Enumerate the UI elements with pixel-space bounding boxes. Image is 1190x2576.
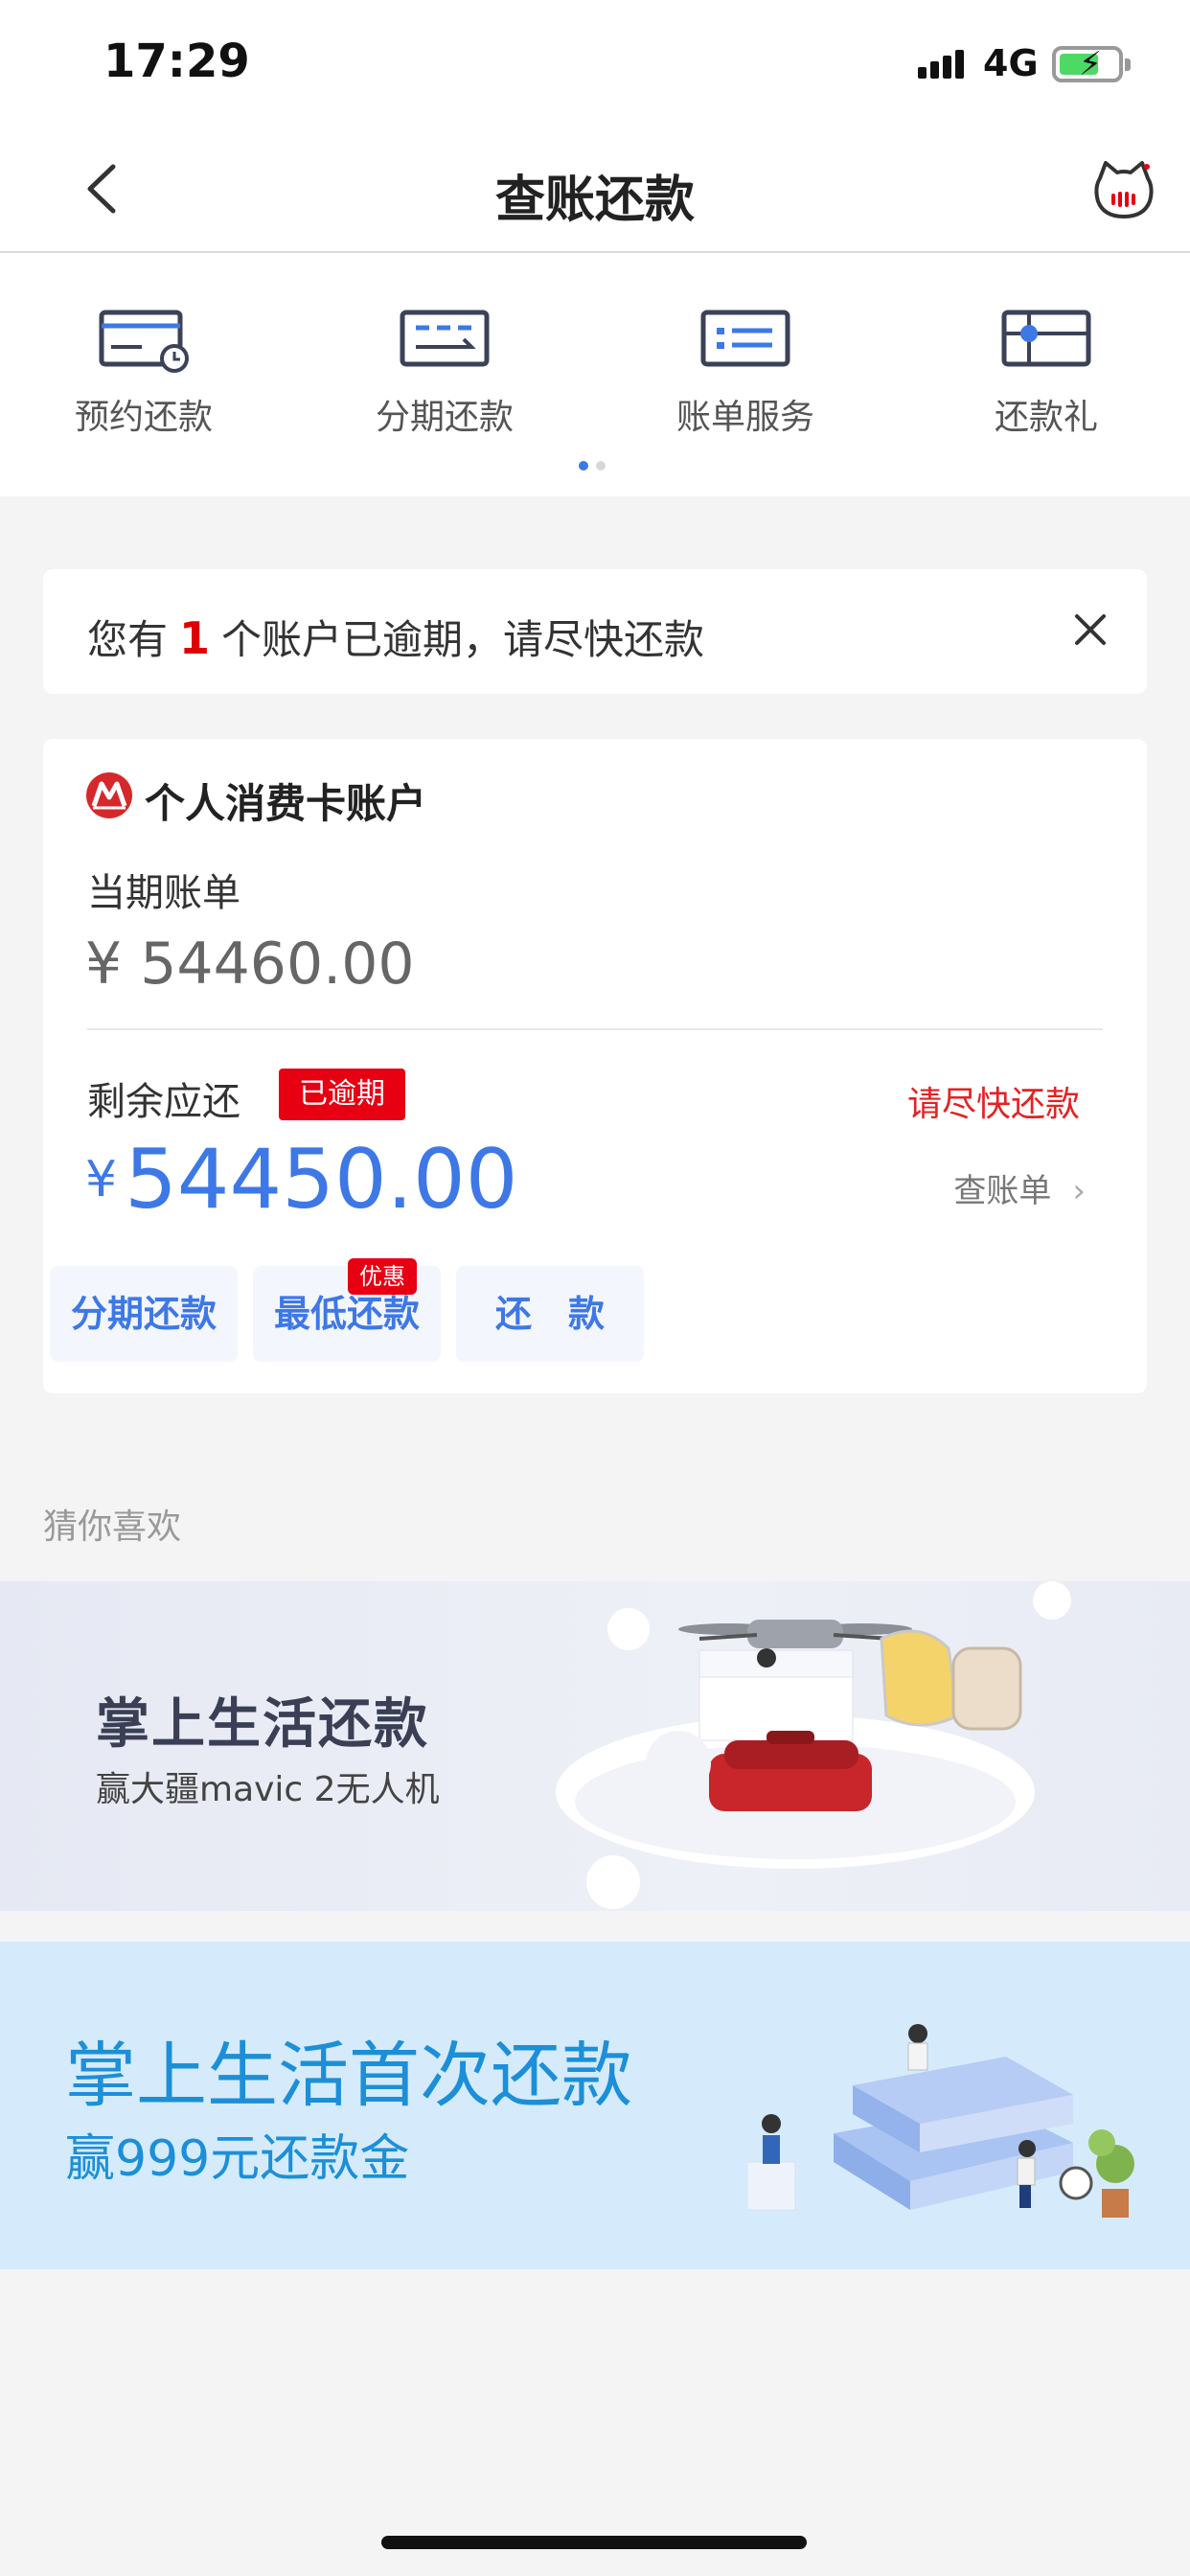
currency-symbol: ¥ (85, 1151, 118, 1208)
drone-products-illustration (556, 1581, 1071, 1909)
check-bill-link[interactable]: 查账单 › (953, 1164, 1086, 1211)
installment-repay-button[interactable]: 分期还款 (50, 1266, 238, 1362)
remaining-label: 剩余应还 (87, 1080, 240, 1124)
bank-logo-icon (86, 772, 132, 818)
status-bar: 17:29 4G ⚡ (0, 0, 1190, 125)
hurry-text: 请尽快还款 (906, 1085, 1080, 1124)
notice-suffix: 个账户已逾期，请尽快还款 (221, 616, 705, 663)
quick-entry-label: 还款礼 (994, 398, 1098, 437)
quick-entry-bar: 预约还款 分期还款 账单服务 还款礼 (0, 253, 1190, 496)
divider (87, 1028, 1103, 1030)
quick-entry-scheduled-repay[interactable]: 预约还款 (29, 307, 259, 439)
notice-count: 1 (179, 612, 211, 664)
quick-entry-repay-gift[interactable]: 还款礼 (931, 307, 1161, 439)
banner-title: 掌上生活还款 (96, 1692, 429, 1756)
notice-text: 您有 1 个账户已逾期，请尽快还款 (87, 608, 704, 666)
current-bill-amount: ¥ 54460.00 (85, 931, 415, 998)
remaining-amount-value: 54450.00 (125, 1132, 518, 1228)
quick-entry-bill-service[interactable]: 账单服务 (630, 307, 860, 439)
remaining-amount: ¥54450.00 (85, 1132, 517, 1228)
discount-tag: 优惠 (348, 1258, 417, 1295)
overdue-badge: 已逾期 (279, 1069, 405, 1120)
recommend-label: 猜你喜欢 (43, 1507, 182, 1547)
quick-entry-label: 预约还款 (74, 398, 213, 437)
card-return-icon (400, 310, 490, 367)
page-indicator (579, 456, 613, 474)
banner-subtitle: 赢大疆mavic 2无人机 (96, 1770, 440, 1809)
cat-mascot-icon[interactable] (1092, 159, 1156, 222)
notice-prefix: 您有 (87, 616, 169, 663)
quick-entry-installment[interactable]: 分期还款 (330, 307, 560, 439)
card-gift-icon (1001, 310, 1091, 367)
nav-bar: 查账还款 (0, 125, 1190, 253)
account-card: 个人消费卡账户 当期账单 ¥ 54460.00 剩余应还 已逾期 请尽快还款 ¥… (43, 739, 1147, 1393)
status-time: 17:29 (103, 34, 250, 88)
quick-entry-label: 分期还款 (375, 398, 514, 437)
quick-entry-label: 账单服务 (675, 398, 814, 437)
current-bill-label: 当期账单 (87, 871, 240, 915)
signal-icon (918, 50, 966, 79)
card-clock-icon (99, 310, 189, 373)
repay-button[interactable]: 还 款 (456, 1266, 644, 1362)
people-books-illustration (747, 2024, 1134, 2218)
account-name: 个人消费卡账户 (145, 780, 427, 827)
banner-subtitle: 赢999元还款金 (65, 2130, 410, 2188)
page-title: 查账还款 (494, 172, 695, 229)
network-label: 4G (983, 42, 1039, 84)
battery-charging-icon: ⚡ (1052, 46, 1131, 82)
overdue-notice: 您有 1 个账户已逾期，请尽快还款 (43, 569, 1147, 694)
close-icon[interactable] (1072, 611, 1109, 648)
home-indicator (381, 2536, 807, 2549)
bill-list-icon (700, 310, 790, 367)
banner-title: 掌上生活首次还款 (65, 2035, 632, 2117)
chevron-right-icon: › (1072, 1172, 1086, 1210)
check-bill-label: 查账单 (953, 1172, 1052, 1210)
promo-banner-drone[interactable]: 掌上生活还款 赢大疆mavic 2无人机 (0, 1581, 1190, 1911)
promo-banner-first-repay[interactable]: 掌上生活首次还款 赢999元还款金 (0, 1942, 1190, 2269)
